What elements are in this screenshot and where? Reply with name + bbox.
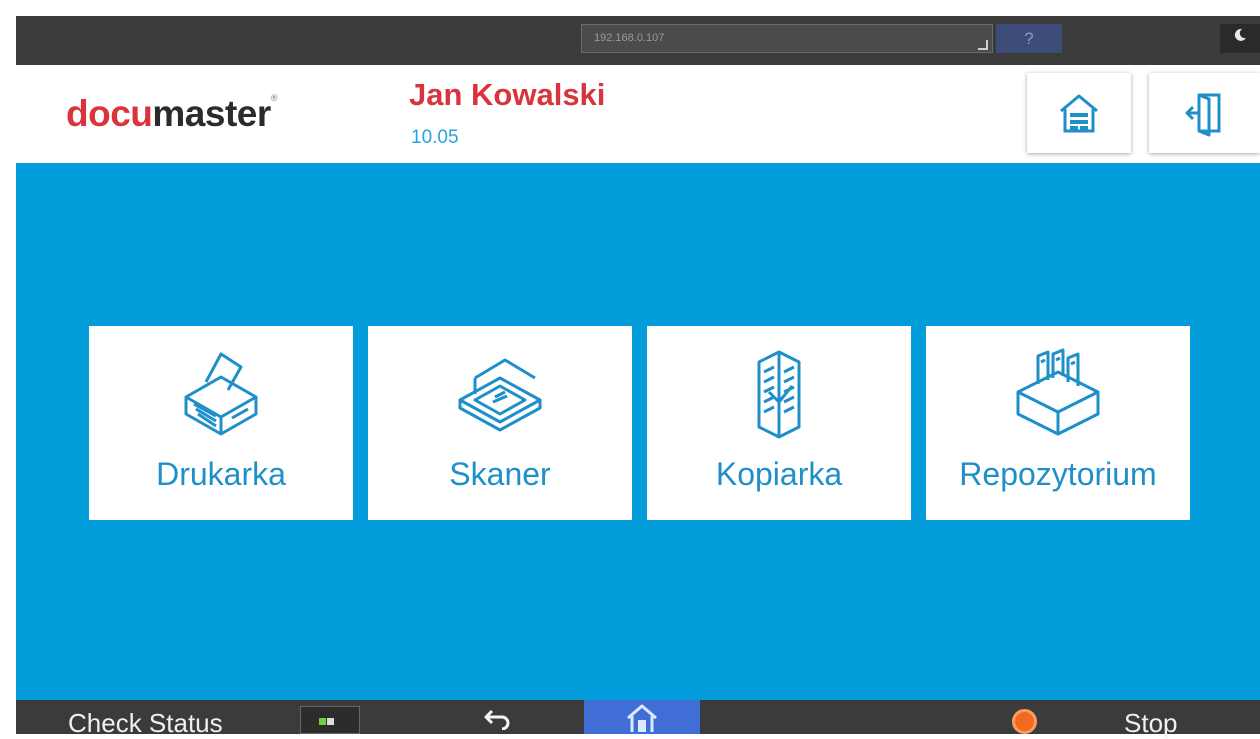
user-balance: 10.05 [411,127,459,148]
energy-saver-button[interactable] [1220,24,1260,53]
user-name: Jan Kowalski [409,77,606,112]
repository-icon [1016,348,1100,436]
stop-icon[interactable] [1012,709,1037,734]
printer-icon [184,352,258,436]
app-header: documaster® Jan Kowalski 10.05 [16,65,1260,163]
status-ok-icon [319,718,326,725]
logo-master: master [152,93,271,134]
tile-skaner[interactable]: Skaner [368,326,632,520]
logo-trademark: ® [270,93,278,103]
logout-button[interactable] [1149,73,1260,153]
check-status-button[interactable]: Check Status [68,708,223,739]
device-home-button[interactable] [584,700,700,734]
documaster-logo: documaster® [66,93,277,135]
home-icon [1060,94,1098,133]
tile-kopiarka[interactable]: Kopiarka [647,326,911,520]
stop-button[interactable]: Stop [1124,708,1178,739]
device-status-bar: 192.168.0.107 ? [16,16,1260,65]
home-button[interactable] [1027,73,1131,153]
tile-label: Repozytorium [959,456,1157,492]
help-button[interactable]: ? [996,24,1062,53]
scanner-icon [458,358,542,432]
back-button[interactable] [472,706,522,734]
ip-address-text: 192.168.0.107 [594,32,665,44]
tile-label: Kopiarka [715,456,843,492]
copier-icon [757,350,801,439]
tile-label: Drukarka [156,456,286,492]
logout-icon [1185,93,1220,137]
status-light-icon [327,718,334,725]
ip-address-field: 192.168.0.107 [581,24,993,53]
moon-icon [1234,28,1246,41]
main-panel: Drukarka Skaner Kopiarka Repozytorium [16,163,1260,700]
tile-drukarka[interactable]: Drukarka [89,326,353,520]
logo-docu: docu [66,93,153,134]
home-icon [627,704,657,732]
device-control-bar: Check Status Stop [16,700,1260,738]
back-arrow-icon [484,709,510,731]
resize-handle-icon [978,40,988,50]
tile-repozytorium[interactable]: Repozytorium [926,326,1190,520]
status-indicator[interactable] [300,706,360,734]
tile-label: Skaner [449,456,551,492]
